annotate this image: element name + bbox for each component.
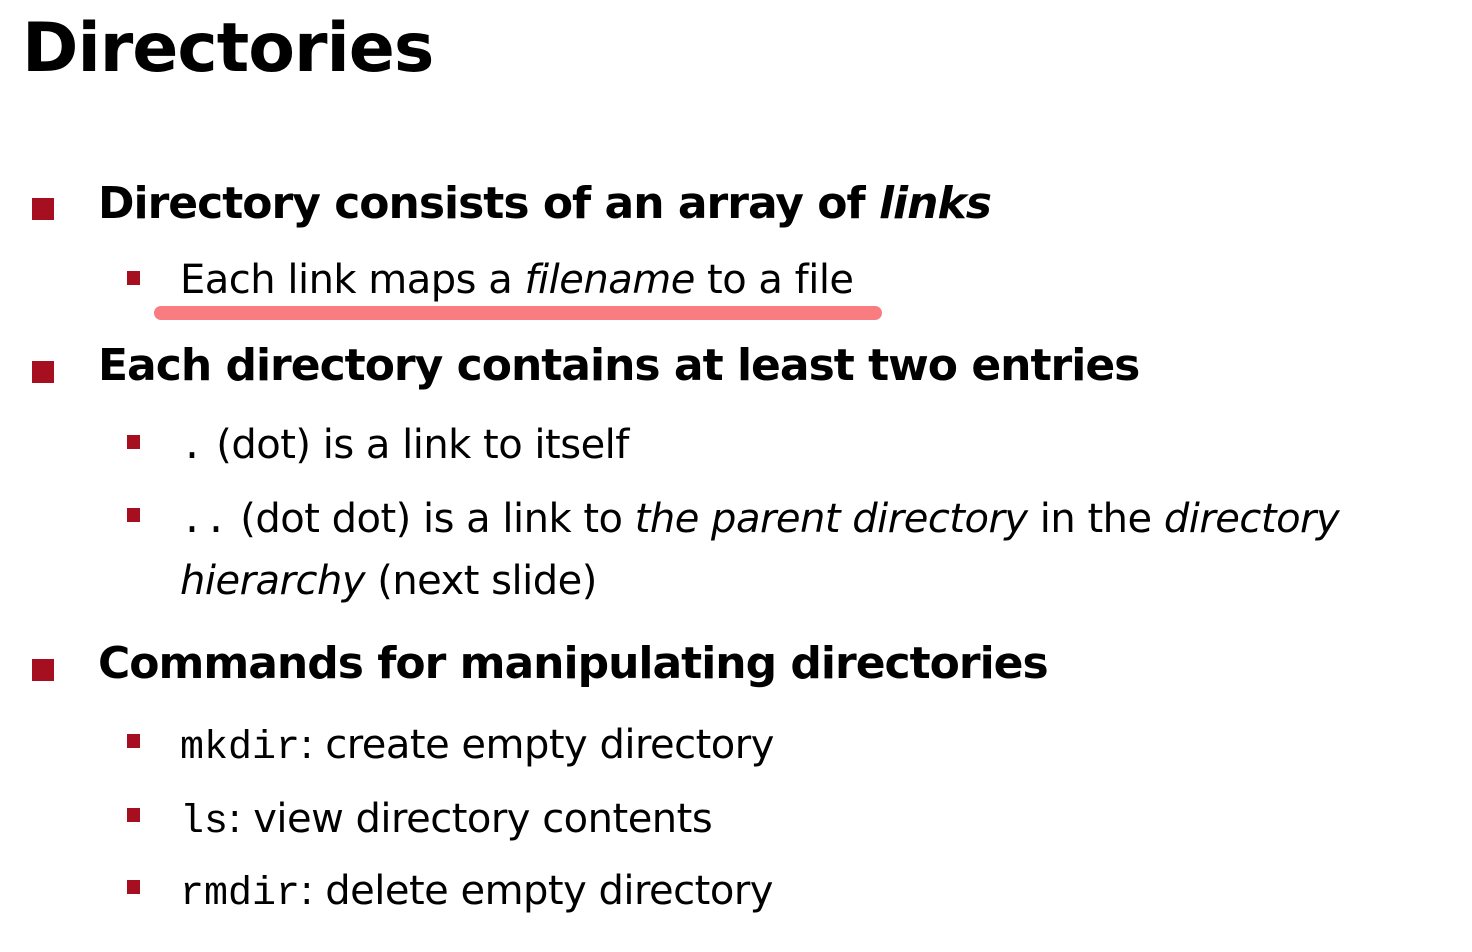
- command-description: : delete empty directory: [300, 868, 773, 914]
- sub-bullet-marker: [127, 734, 140, 748]
- sub-bullet-dot: . (dot) is a link to itself: [180, 415, 629, 479]
- bullet-commands: Commands for manipulating directories: [98, 638, 1049, 689]
- sub-bullet-dotdot: .. (dot dot) is a link to the parent dir…: [180, 489, 1340, 553]
- sub-bullet-text-mid: in the: [1027, 496, 1164, 542]
- code-command: mkdir: [180, 726, 301, 771]
- sub-bullet-text-end: (next slide): [365, 558, 597, 604]
- italic-hierarchy: hierarchy: [180, 558, 366, 604]
- italic-directory: directory: [1163, 496, 1340, 542]
- sub-bullet-link-maps: Each link maps a filename to a file: [180, 250, 854, 310]
- bullet-marker: [32, 361, 54, 383]
- bullet-marker: [32, 659, 54, 681]
- sub-bullet-text-end: to a file: [694, 257, 854, 303]
- bullet-italic-links: links: [878, 178, 992, 229]
- bullet-marker: [32, 198, 54, 220]
- command-description: : view directory contents: [228, 796, 713, 842]
- code-dot: .: [180, 426, 205, 471]
- sub-bullet-marker: [127, 435, 140, 449]
- bullet-two-entries: Each directory contains at least two ent…: [98, 340, 1140, 391]
- italic-parent-directory: the parent directory: [634, 496, 1028, 542]
- slide-title: Directories: [22, 9, 434, 88]
- code-command: ls: [180, 800, 229, 845]
- sub-bullet-dotdot-continued: hierarchy (next slide): [180, 551, 597, 611]
- sub-bullet-italic-filename: filename: [524, 257, 695, 303]
- command-ls: ls: view directory contents: [180, 789, 713, 853]
- sub-bullet-marker: [127, 880, 140, 894]
- sub-bullet-text: (dot dot) is a link to: [228, 496, 635, 542]
- highlight-underline: [154, 306, 882, 320]
- command-mkdir: mkdir: create empty directory: [180, 715, 774, 779]
- command-description: : create empty directory: [300, 722, 774, 768]
- sub-bullet-marker: [127, 508, 140, 522]
- bullet-directory-links: Directory consists of an array of links: [98, 176, 992, 232]
- command-rmdir: rmdir: delete empty directory: [180, 861, 773, 925]
- code-command: rmdir: [180, 872, 301, 917]
- sub-bullet-text: Each link maps a: [180, 257, 525, 303]
- sub-bullet-marker: [127, 271, 140, 285]
- bullet-text: Directory consists of an array of: [98, 178, 879, 229]
- code-dotdot: ..: [180, 500, 229, 545]
- sub-bullet-marker: [127, 808, 140, 822]
- sub-bullet-text: (dot) is a link to itself: [204, 422, 629, 468]
